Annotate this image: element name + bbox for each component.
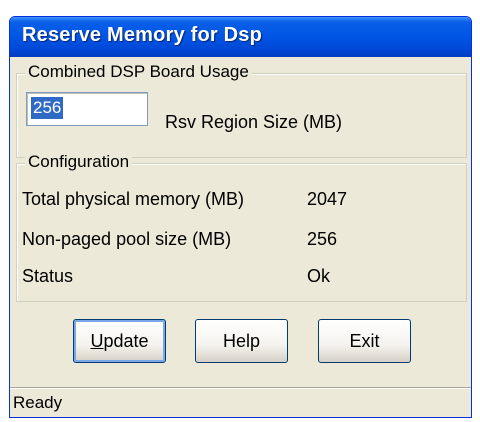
help-button[interactable]: Help — [195, 319, 288, 363]
total-physical-memory-label: Total physical memory (MB) — [22, 189, 245, 209]
rsv-region-size-input[interactable]: 256 — [26, 92, 148, 126]
status-bar: Ready — [10, 387, 471, 417]
non-paged-pool-size-value: 256 — [307, 229, 338, 249]
update-button[interactable]: Update — [73, 319, 166, 363]
window-title: Reserve Memory for Dsp — [22, 24, 263, 46]
title-bar[interactable]: Reserve Memory for Dsp — [10, 17, 471, 57]
rsv-region-size-label: Rsv Region Size (MB) — [165, 112, 343, 132]
total-physical-memory-value: 2047 — [307, 189, 348, 209]
dialog-window: Reserve Memory for Dsp Combined DSP Boar… — [9, 16, 472, 418]
usage-group-label: Combined DSP Board Usage — [25, 62, 252, 82]
rsv-region-size-value: 256 — [31, 97, 64, 119]
help-button-label: Help — [222, 330, 261, 351]
exit-button-label: Exit — [349, 330, 380, 351]
configuration-group-label: Configuration — [25, 152, 133, 172]
status-value: Ok — [307, 266, 331, 286]
update-button-label: Update — [90, 330, 149, 351]
status-bar-text: Ready — [13, 393, 63, 412]
non-paged-pool-size-label: Non-paged pool size (MB) — [22, 229, 232, 249]
exit-button[interactable]: Exit — [318, 319, 411, 363]
status-label: Status — [22, 266, 74, 286]
